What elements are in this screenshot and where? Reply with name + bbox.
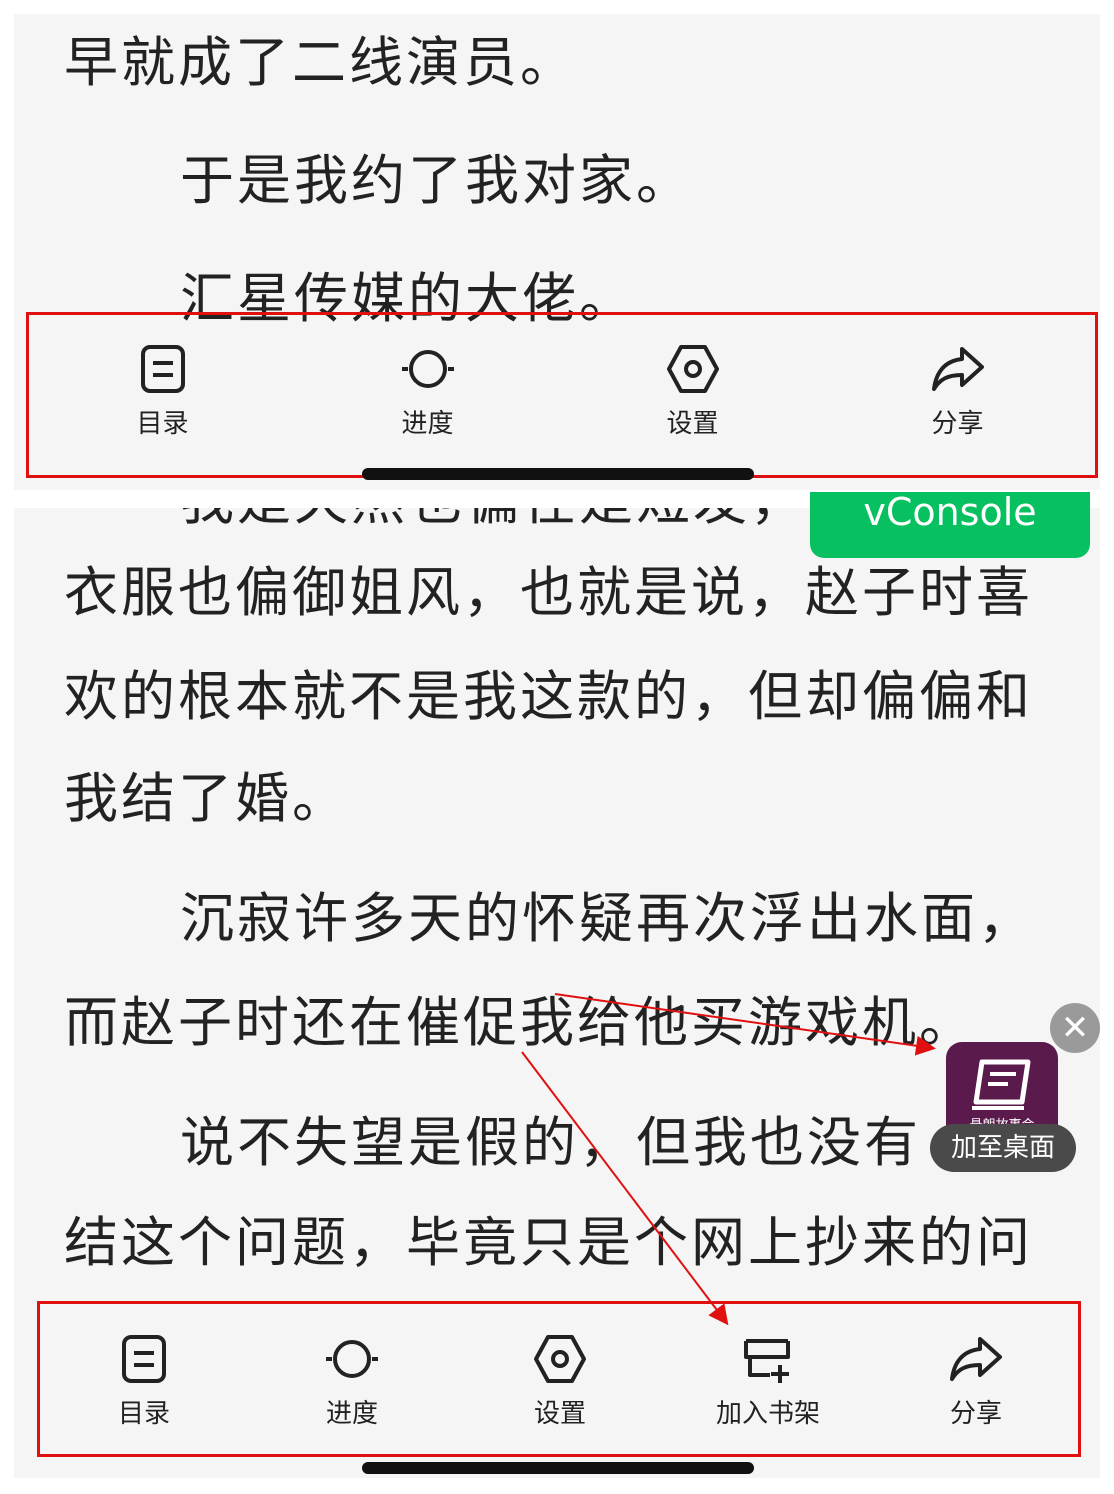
annotation-arrow bbox=[554, 993, 936, 1056]
annotation-arrows bbox=[521, 993, 936, 1326]
annotation-arrow bbox=[521, 1051, 729, 1326]
